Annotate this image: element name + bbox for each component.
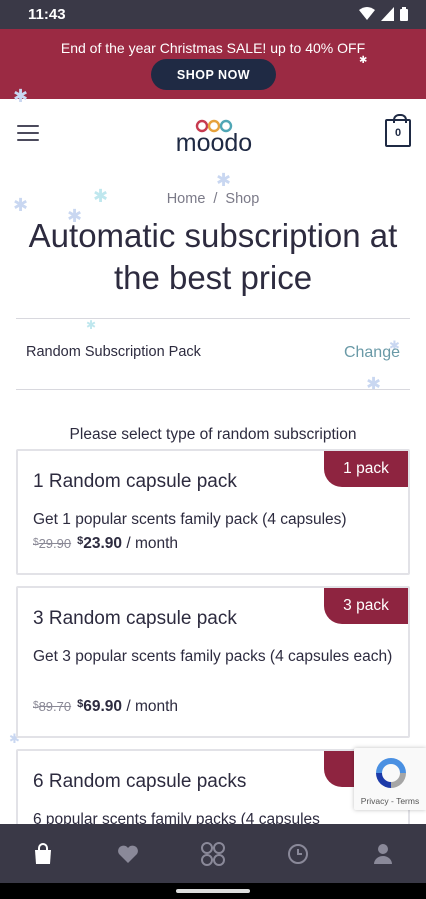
pack-badge: 3 pack [324,588,408,624]
moodo-logo[interactable]: moodo [166,117,262,157]
bag-icon [34,842,51,864]
shop-now-button[interactable]: SHOP NOW [151,59,276,90]
page-title: Automatic subscription at the best price [28,217,398,296]
promo-text: End of the year Christmas SALE! up to 40… [60,40,366,56]
menu-icon[interactable] [17,125,39,143]
recaptcha-privacy-link[interactable]: Privacy [361,796,389,806]
card-description: Get 1 popular scents family pack (4 caps… [33,511,347,528]
heart-icon [117,845,138,863]
subscription-card-1[interactable]: 1 pack 1 Random capsule pack Get 1 popul… [16,449,410,575]
pack-badge: 1 pack [324,451,408,487]
select-type-label: Please select type of random subscriptio… [69,426,357,443]
nav-account[interactable] [341,824,426,883]
nav-history[interactable] [256,824,341,883]
breadcrumb-separator: / [213,191,218,207]
gesture-handle[interactable] [176,889,250,893]
card-price: $29.90 $23.90 / month [33,535,178,553]
card-title: 1 Random capsule pack [33,471,237,492]
nav-shop[interactable] [0,824,85,883]
gesture-bar [0,883,426,899]
breadcrumb-home[interactable]: Home [167,191,206,207]
status-icons [359,7,408,21]
status-time: 11:43 [28,6,66,23]
subscription-card-3[interactable]: 3 pack 3 Random capsule pack Get 3 popul… [16,586,410,738]
subscription-pack-row: Random Subscription Pack Change [16,318,410,390]
price-period: / month [122,698,179,715]
card-title: 3 Random capsule pack [33,608,237,629]
recaptcha-separator: - [388,796,397,806]
new-price: $69.90 [77,698,123,715]
user-icon [374,843,393,864]
nav-favorites[interactable] [85,824,170,883]
change-link[interactable]: Change [344,344,400,362]
breadcrumb-current: Shop [225,191,260,207]
bottom-nav [0,824,426,883]
capsules-icon [201,841,225,866]
site-header: moodo 0 [0,99,426,171]
recaptcha-links: Privacy - Terms [354,796,426,806]
logo-text: moodo [176,129,252,157]
card-description: Get 3 popular scents family packs (4 cap… [33,648,393,665]
old-price: $89.70 [33,699,72,714]
cart-count: 0 [394,127,402,139]
status-bar: 11:43 [0,0,426,29]
history-icon [288,843,309,864]
cart-button[interactable]: 0 [385,114,411,147]
breadcrumb: Home / Shop [0,191,426,207]
new-price: $23.90 [77,535,123,552]
pack-label: Random Subscription Pack [26,344,201,360]
recaptcha-badge[interactable]: Privacy - Terms [354,748,426,810]
price-period: / month [122,535,179,552]
promo-banner: End of the year Christmas SALE! up to 40… [0,29,426,99]
battery-icon [400,7,408,21]
old-price: $29.90 [33,536,72,551]
recaptcha-terms-link[interactable]: Terms [396,796,419,806]
nav-capsules[interactable] [170,824,255,883]
recaptcha-icon [376,758,406,788]
card-price: $89.70 $69.90 / month [33,698,178,716]
signal-icon [381,7,394,21]
wifi-icon [359,7,375,20]
card-title: 6 Random capsule packs [33,771,247,792]
snowflake-icon: ✱ [216,170,232,190]
